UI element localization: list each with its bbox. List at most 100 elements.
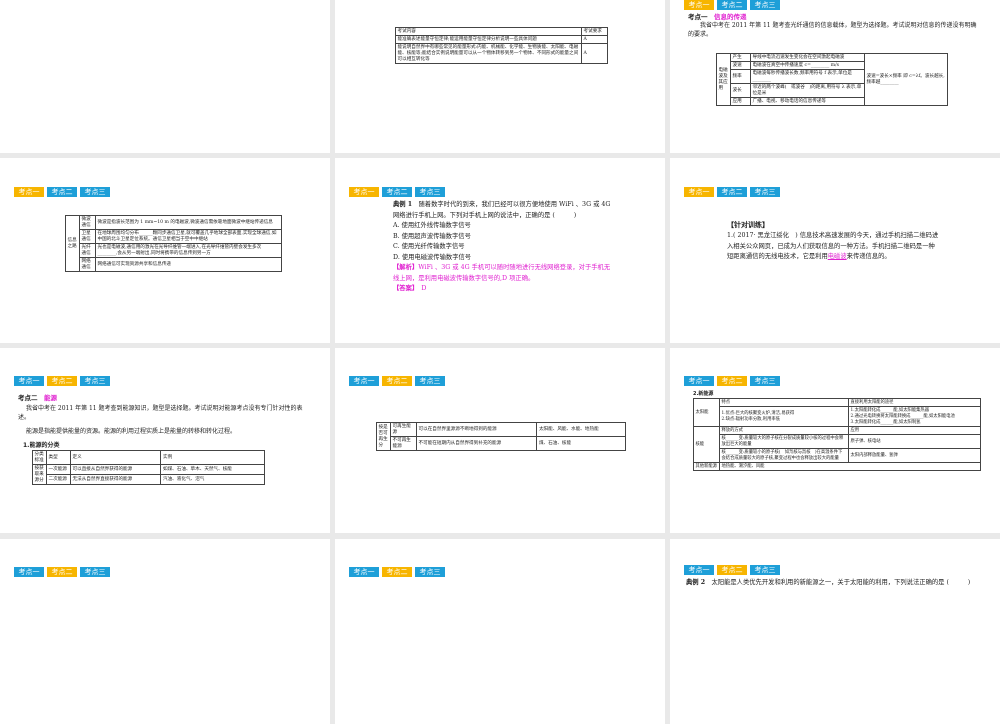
heading-title: 信息的传递 (714, 13, 747, 21)
tag-3[interactable]: 考点三 (415, 376, 445, 386)
tag-1[interactable]: 考点一 (14, 567, 44, 577)
slide-info-transmission[interactable]: 考点一 考点二 考点三 考点一 信息的传递 我省中考在 2011 年第 11 题考查… (670, 0, 1000, 153)
row-label: 其他新能源 (693, 462, 720, 471)
table-cell: 太阳内部释放能量、氢弹 (848, 448, 981, 463)
tag-2[interactable]: 考点二 (717, 376, 747, 386)
example-question: 典例 1 随着数字时代的到来，我们已经可以很方便地使用 WiFi 、3G 或 4… (393, 200, 613, 295)
tag-2[interactable]: 考点二 (47, 376, 77, 386)
analysis-label: 【解析】 (393, 264, 419, 271)
slide-info-roads[interactable]: 考点一 考点二 考点三 信息之路 微波通信 微波是指波长范围为 1 mm~10 m 的电… (0, 158, 330, 343)
tag-3[interactable]: 考点三 (415, 567, 445, 577)
tag-bar: 考点一 考点二 考点三 (349, 187, 445, 197)
table-cell: 一次能源 (46, 464, 71, 475)
tag-1[interactable]: 考点一 (349, 567, 379, 577)
tag-1[interactable]: 考点一 (349, 187, 379, 197)
tag-1[interactable]: 考点一 (684, 376, 714, 386)
tag-1[interactable]: 考点一 (14, 187, 44, 197)
table-header: 定义 (69, 450, 162, 465)
tag-1[interactable]: 考点一 (349, 376, 379, 386)
answer: 【答案】 D (393, 284, 613, 295)
intro-paragraph: 我省中考在 2011 年第 11 题考查光纤通信的信息载体，题型为选择题。考试说… (688, 22, 977, 38)
table-cell: 不可再生能源 (390, 436, 417, 451)
table-cell: 邻近的两个波峰( 或波谷 )的距离,用符号 λ 表示,单位是米 (750, 83, 865, 98)
group-cell: 电磁波及其应用 (716, 53, 731, 106)
new-energy-table: 太阳能 特点 直接利用太阳能的途径 1.优点:巨大的核聚变火炉,清洁,易获得 2.缺点… (693, 398, 981, 471)
table-cell: 核______变:质量较小的原子核( 如氘核与氚核 )在高温条件下会结合成质量较… (719, 448, 849, 463)
table-cell: 波长 (730, 83, 751, 98)
tag-2[interactable]: 考点二 (382, 567, 412, 577)
section-heading: 考点一 信息的传递 (688, 11, 747, 21)
cell-line: 3.太阳能转化成______能,如太阳制氢 (850, 419, 921, 425)
tag-3[interactable]: 考点三 (415, 187, 445, 197)
tag-2[interactable]: 考点二 (47, 187, 77, 197)
tag-bar: 考点一 考点二 考点三 (14, 187, 110, 197)
tag-3[interactable]: 考点三 (750, 0, 780, 10)
table-cell: 原子弹、核电站 (848, 434, 981, 449)
tag-3[interactable]: 考点三 (750, 565, 780, 575)
practice-question: 1.( 2017· 黑龙江绥化 ) 信息技术高速发展的今天，通过手机扫描二维码进… (727, 231, 939, 263)
tag-1[interactable]: 考点一 (684, 565, 714, 575)
tag-3[interactable]: 考点三 (80, 376, 110, 386)
table-header: 直接利用太阳能的途径 (848, 398, 981, 407)
table-cell: 产生 (730, 53, 751, 62)
slide-renewable[interactable]: 考点一 考点二 考点三 按是否可再生分 可再生能源 可以在自然界里源源不断地得到的能源太… (335, 348, 665, 533)
table-cell: 可再生能源 (390, 422, 417, 437)
tag-2[interactable]: 考点二 (717, 565, 747, 575)
renewable-table: 按是否可再生分 可再生能源 可以在自然界里源源不断地得到的能源 太阳能、风能、水能、地… (376, 422, 626, 451)
slide-exam-requirements[interactable]: 考试内容 考试要求 能准确表述能量守恒定律;能运用能量守恒定律分析说明一些具体问题… (335, 0, 665, 153)
tag-2[interactable]: 考点二 (382, 187, 412, 197)
group-cell: 信息之路 (65, 215, 80, 272)
table-cell: 广播、电视、移动电话的信息传递等 (750, 97, 865, 106)
tag-2[interactable]: 考点二 (47, 567, 77, 577)
table-cell: A (581, 35, 608, 44)
slide-new-energy[interactable]: 考点一 考点二 考点三 2.新能源 太阳能 特点 直接利用太阳能的途径 1.优点:巨大的… (670, 348, 1000, 533)
example-label: 典例 2 (686, 579, 706, 586)
tag-1[interactable]: 考点一 (684, 0, 714, 10)
table-cell: 不可能在短期内从自然界得到补充的能源 (415, 436, 538, 451)
cell-line: 2.缺点:辐射功率分散,利用率低 (721, 416, 780, 422)
tag-3[interactable]: 考点三 (80, 567, 110, 577)
table-cell: 核______变:质量较大的原子核在分裂成质量较小核的过程中会释放出巨大的能量 (719, 434, 849, 449)
tag-3[interactable]: 考点三 (80, 187, 110, 197)
slide-energy[interactable]: 考点一 考点二 考点三 考点二 能源 我省中考在 2011 年第 11 题考查到能源… (0, 348, 330, 533)
slide-example-2[interactable]: 考点一 考点二 考点三 典例 2 太阳能是人类优先开发和利用的新能源之一，关于太阳能… (670, 539, 1000, 724)
example-question: 典例 2 太阳能是人类优先开发和利用的新能源之一，关于太阳能的利用，下列说法正确… (686, 577, 986, 589)
table-cell: 地热能、潮汐能、风能 (719, 462, 981, 471)
heading-title: 能源 (44, 394, 57, 402)
tag-bar: 考点一 考点二 考点三 (14, 376, 110, 386)
table-cell: 电磁波在真空中传播速度 c=________ m/s (750, 61, 865, 70)
table-cell: 频率 (730, 69, 751, 84)
table-cell: 汽油、液化气、沼气 (160, 474, 265, 485)
table-cell: 无法从自然界直接获得的能源 (69, 474, 162, 485)
slide-blank[interactable] (0, 0, 330, 153)
tag-2[interactable]: 考点二 (382, 376, 412, 386)
table-cell: 电磁波每秒传播波长数,频率用符号 f 表示,单位是________ (750, 69, 865, 84)
tag-1[interactable]: 考点一 (684, 187, 714, 197)
table-cell: 在地球周围均匀分布______颗同步通信卫星,就可覆盖几乎地球全部表面,实现全球… (95, 229, 282, 244)
tag-bar: 考点一 考点二 考点三 (684, 376, 780, 386)
intro-paragraph: 我省中考在 2011 年第 11 题考查到能源知识，题型是选择题。考试说明对能源… (18, 405, 303, 421)
tag-3[interactable]: 考点三 (750, 187, 780, 197)
row-label: 核能 (693, 426, 720, 463)
table-cell: 网络通信可实现资源共享和信息传递 (95, 257, 282, 272)
slide-example-1[interactable]: 考点一 考点二 考点三 典例 1 随着数字时代的到来，我们已经可以很方便地使用 Wi… (335, 158, 665, 343)
answer-text: D (421, 285, 427, 292)
table-cell: 1.太阳能转化成______能,如太阳能集热器 2.通过光电转换将太阳能转换成__… (848, 406, 981, 427)
slide-practice[interactable]: 考点一 考点二 考点三 【针对训练】 1.( 2017· 黑龙江绥化 ) 信息技术高… (670, 158, 1000, 343)
slide-row4-1[interactable]: 考点一 考点二 考点三 (0, 539, 330, 724)
table-header: 类型 (46, 450, 71, 465)
requirements-table: 考试内容 考试要求 能准确表述能量守恒定律;能运用能量守恒定律分析说明一些具体问题… (395, 27, 608, 64)
group-cell: 按是否可再生分 (376, 422, 391, 451)
tag-2[interactable]: 考点二 (717, 0, 747, 10)
tag-2[interactable]: 考点二 (717, 187, 747, 197)
question-text: 太阳能是人类优先开发和利用的新能源之一，关于太阳能的利用，下列说法正确的是 ( … (711, 579, 971, 586)
energy-class-table: 分类标准 类型 定义 实例 按获取来源分 一次能源 可以直接从自然界获得的能源 如煤、石油、… (32, 450, 265, 485)
slide-row4-2[interactable]: 考点一 考点二 考点三 (335, 539, 665, 724)
em-wave-table: 电磁波及其应用 产生 导线中电流迅速发生变化会在空间激起电磁波 波速=波长×频率 即 … (716, 53, 948, 106)
table-cell: 煤、石油、核能 (536, 436, 626, 451)
analysis-text: WiFi 、3G 或 4G 手机可以随时随地进行无线网络登录，对于手机无线上网，… (393, 264, 611, 282)
tag-3[interactable]: 考点三 (750, 376, 780, 386)
energy-definition: 能源是指能提供能量的资源。能源的利用过程实质上是能量的转移和转化过程。 (26, 428, 237, 435)
tag-1[interactable]: 考点一 (14, 376, 44, 386)
table-cell: 能说明自然界中有哪些常见的能量形式:内能、机械能、化学能、生物质能、太阳能、电磁… (395, 43, 582, 64)
